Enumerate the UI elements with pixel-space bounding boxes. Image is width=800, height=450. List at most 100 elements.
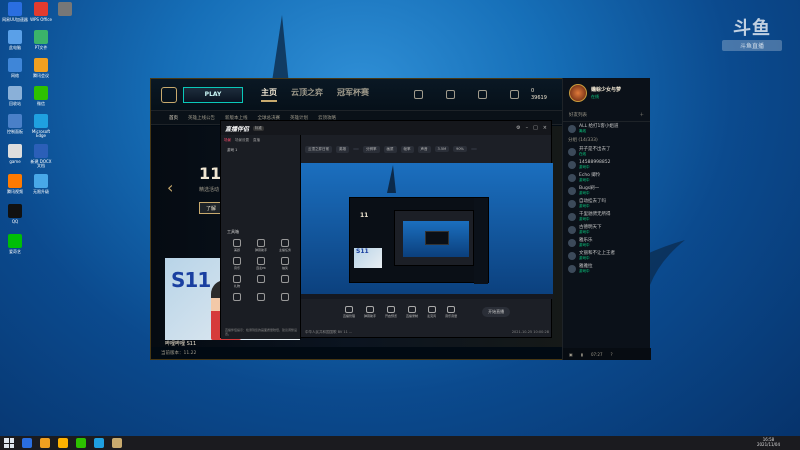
tab-scene[interactable]: 场景 <box>224 138 231 143</box>
toolbox-item[interactable]: 美颜 <box>225 239 249 252</box>
desktop-icon[interactable]: 无限升级 <box>28 174 54 194</box>
help-icon[interactable]: ? <box>611 352 613 357</box>
desktop-icon[interactable]: 微信 <box>28 86 54 106</box>
nav-tft[interactable]: 云顶之弈 <box>291 87 323 102</box>
stream-control-button[interactable]: 麦克风 <box>427 306 436 318</box>
summoner-status[interactable]: 在线 <box>591 94 621 100</box>
toolbar-chip[interactable]: 云顶之弈日常 <box>305 145 332 153</box>
taskbar-clock[interactable]: 16:58 2021/11/04 <box>757 437 780 448</box>
list-item[interactable]: 雅雅拉 游戏中 <box>563 262 650 275</box>
toolbox-item[interactable]: 主播任务 <box>273 239 297 252</box>
list-item[interactable]: 古德明天下 游戏中 <box>563 223 650 236</box>
toolbar-chip[interactable]: 分辨率 <box>363 145 380 153</box>
desktop-icon[interactable]: 新建 DOCX 文档 <box>28 144 54 169</box>
subnav-item[interactable]: 首页 <box>169 115 178 121</box>
stream-control-button[interactable]: 直播录制 <box>406 306 418 318</box>
desktop-icon[interactable]: 腾讯会议 <box>28 58 54 78</box>
desktop-icon[interactable] <box>52 2 78 18</box>
desktop-icon[interactable]: 腾讯视频 <box>2 174 28 194</box>
list-item[interactable]: Echo 卿怜 游戏中 <box>563 171 650 184</box>
control-icon <box>408 306 417 313</box>
desktop-icon[interactable]: 此电脑 <box>2 30 28 50</box>
mic-icon[interactable]: ▮ <box>581 352 583 357</box>
toolbox-item[interactable] <box>273 275 297 288</box>
avatar <box>568 264 576 273</box>
close-icon[interactable]: × <box>543 125 547 131</box>
app-shortcut-icon <box>8 58 22 72</box>
maximize-icon[interactable]: □ <box>533 125 538 131</box>
toolbox-item[interactable]: 礼物 <box>225 275 249 288</box>
taskbar-app-icon[interactable] <box>58 438 68 448</box>
stream-control-button[interactable]: 音乐音量 <box>445 306 457 318</box>
list-item[interactable]: 开子是不出去了 在线 <box>563 145 650 158</box>
start-stream-button[interactable]: 开始直播 <box>482 307 511 317</box>
nav-clash[interactable]: 冠军杯赛 <box>337 87 369 102</box>
toolbar-chip[interactable]: 90% <box>453 146 467 152</box>
stream-control-button[interactable]: 弹幕助手 <box>364 306 376 318</box>
lol-logo-icon[interactable] <box>161 86 177 103</box>
collection-nav-icon[interactable] <box>441 89 459 100</box>
list-item[interactable]: ALL 给打1客小姐道 离线 <box>563 122 650 135</box>
play-button[interactable]: PLAY <box>183 86 243 103</box>
toolbar-chip[interactable]: 英雄 <box>336 145 349 153</box>
tab-live[interactable]: 直播 <box>253 138 260 143</box>
chat-icon[interactable]: ▣ <box>569 352 573 357</box>
desktop-icon[interactable]: 网络 <box>2 58 28 78</box>
toolbox-item[interactable] <box>249 275 273 288</box>
toolbar-chip[interactable]: 声音 <box>417 145 431 153</box>
desktop-icon[interactable]: 爱奇艺 <box>2 234 28 254</box>
desktop-icon[interactable]: 控制面板 <box>2 114 28 134</box>
toolbar-chip[interactable]: 3.5M <box>434 146 450 152</box>
taskbar-app-icon[interactable] <box>112 438 122 448</box>
desktop-icon[interactable]: 网易UU加速器 <box>2 2 28 22</box>
toolbar-chip[interactable] <box>470 148 477 150</box>
toolbox-item[interactable] <box>273 293 297 302</box>
add-friend-icon[interactable]: ＋ <box>640 112 645 118</box>
avatar <box>568 225 576 234</box>
list-item[interactable]: 雅乐乐 游戏中 <box>563 236 650 249</box>
list-item[interactable]: 文丽和不让上王者 游戏中 <box>563 249 650 262</box>
settings-gear-icon[interactable]: ⚙ <box>516 125 520 131</box>
desktop-icon[interactable]: PT文件 <box>28 30 54 50</box>
stream-control-button[interactable]: 开启预览 <box>385 306 397 318</box>
list-item[interactable]: 14588998852 游戏中 <box>563 158 650 171</box>
toolbox-item[interactable]: 弹幕助手 <box>249 239 273 252</box>
start-menu-icon[interactable] <box>4 438 14 448</box>
avatar[interactable] <box>569 84 587 102</box>
taskbar-app-icon[interactable] <box>40 438 50 448</box>
status-date: 2021-10-25 10:00:28 <box>511 330 549 334</box>
scene-item[interactable]: 游戏 1 <box>221 146 300 155</box>
desktop-icon[interactable]: Microsoft Edge <box>28 114 54 139</box>
subnav-item[interactable]: 英雄上线公告 <box>188 115 215 121</box>
toolbox-item[interactable] <box>249 293 273 302</box>
friend-group-header[interactable]: 分组 (14/333) <box>563 135 650 145</box>
stream-preview[interactable]: 11 S11 <box>301 163 553 299</box>
carousel-prev-icon[interactable]: ‹ <box>167 178 173 197</box>
taskbar-app-icon[interactable] <box>22 438 32 448</box>
toolbox-item[interactable] <box>225 293 249 302</box>
profile-nav-icon[interactable] <box>409 89 427 100</box>
minimize-icon[interactable]: – <box>526 125 529 131</box>
tab-scene-settings[interactable]: 场景设置 <box>235 138 249 143</box>
desktop-icon[interactable]: 回收站 <box>2 86 28 106</box>
toolbar-chip[interactable] <box>353 148 359 150</box>
list-item[interactable]: 自动挂去了吗 游戏中 <box>563 197 650 210</box>
toolbox-item[interactable]: 抽奖 <box>273 257 297 270</box>
list-item[interactable]: Bugs刷一 游戏中 <box>563 184 650 197</box>
nav-home[interactable]: 主页 <box>261 87 277 102</box>
desktop-icon-label: Microsoft Edge <box>31 129 51 139</box>
toolbox-item[interactable]: 音乐 <box>225 257 249 270</box>
toolbar-chip[interactable]: 帧率 <box>400 145 414 153</box>
desktop-icon[interactable]: WPS Office <box>28 2 54 22</box>
toolbox-item[interactable]: 连麦PK <box>249 257 273 270</box>
taskbar-app-icon[interactable] <box>94 438 104 448</box>
taskbar-app-icon[interactable] <box>76 438 86 448</box>
toolbar-chip[interactable]: 画质 <box>383 145 397 153</box>
loot-nav-icon[interactable] <box>473 89 491 100</box>
desktop-icon[interactable]: QQ <box>2 204 28 224</box>
store-nav-icon[interactable] <box>505 89 523 100</box>
stream-control-button[interactable]: 直播管理 <box>343 306 355 318</box>
social-header: 蟾蜍少女与萝 在线 <box>563 78 650 108</box>
list-item[interactable]: 千里驰骋无所得 游戏中 <box>563 210 650 223</box>
desktop-icon[interactable]: game <box>2 144 28 164</box>
